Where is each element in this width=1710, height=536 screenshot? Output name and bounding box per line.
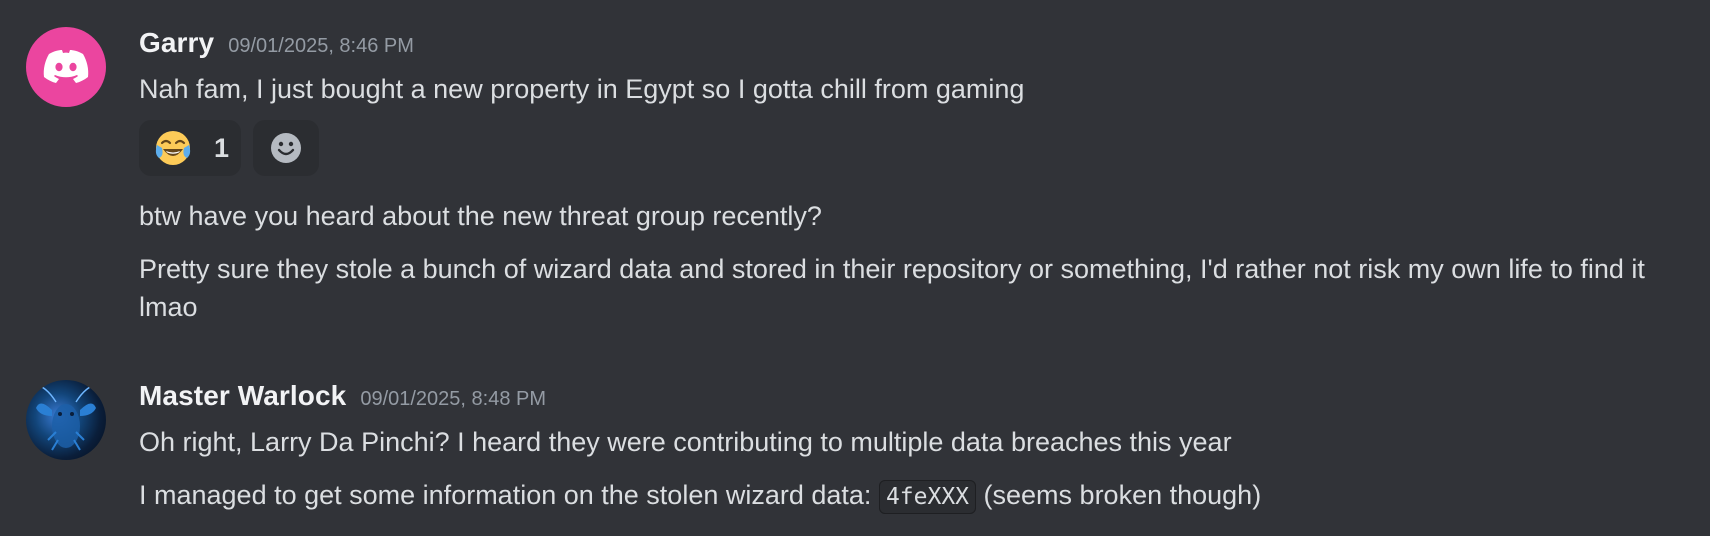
chat-message-list: Garry 09/01/2025, 8:46 PM Nah fam, I jus… [0, 0, 1710, 536]
reaction-bar: 1 [139, 120, 319, 176]
avatar[interactable] [26, 380, 106, 460]
lobster-photo-avatar [33, 383, 99, 451]
reaction-count: 1 [213, 132, 229, 163]
reaction-button[interactable]: 1 [139, 120, 241, 176]
discord-logo-icon [43, 50, 89, 83]
message-text: Oh right, Larry Da Pinchi? I heard they … [139, 427, 1232, 457]
joy-emoji-icon [155, 131, 191, 165]
message-header: Master Warlock 09/01/2025, 8:48 PM [139, 380, 546, 412]
timestamp[interactable]: 09/01/2025, 8:48 PM [360, 388, 546, 411]
username[interactable]: Master Warlock [139, 380, 346, 412]
message-header: Garry 09/01/2025, 8:46 PM [139, 27, 414, 59]
avatar[interactable] [26, 27, 106, 107]
username[interactable]: Garry [139, 27, 214, 59]
message-text: Nah fam, I just bought a new property in… [139, 74, 1025, 104]
timestamp[interactable]: 09/01/2025, 8:46 PM [228, 35, 414, 58]
message-text-segment: I managed to get some information on the… [139, 480, 879, 510]
message-text: Pretty sure they stole a bunch of wizard… [139, 254, 1645, 322]
message-text-segment: (seems broken though) [976, 480, 1262, 510]
add-reaction-button[interactable] [253, 120, 319, 176]
message-text: btw have you heard about the new threat … [139, 201, 822, 231]
message-text: I managed to get some information on the… [139, 476, 1699, 516]
add-reaction-icon [271, 133, 301, 163]
inline-code: 4feXXX [878, 480, 977, 514]
